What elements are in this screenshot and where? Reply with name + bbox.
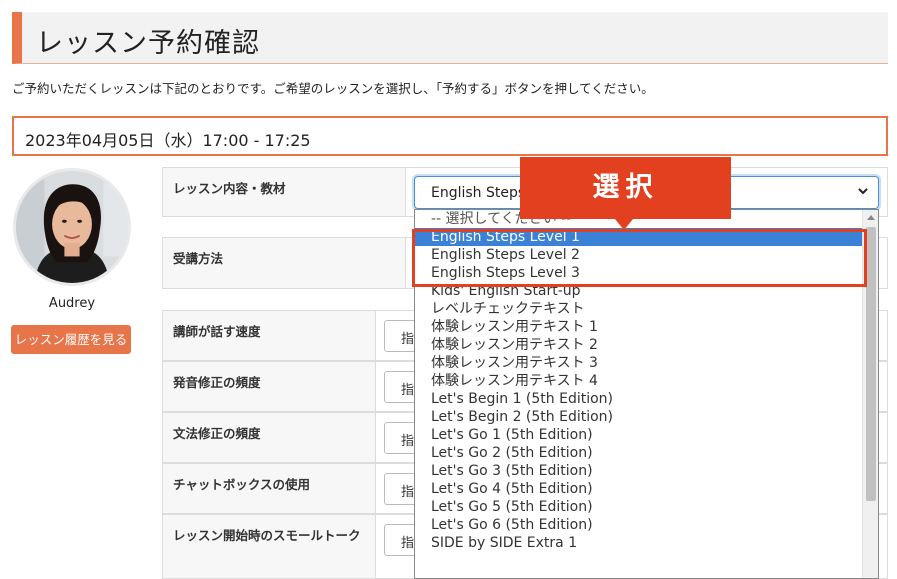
teacher-name: Audrey [48, 296, 96, 311]
dropdown-option[interactable]: Let's Go 5 (5th Edition) [415, 498, 863, 516]
grammar-label: 文法修正の頻度 [173, 426, 261, 441]
dropdown-option[interactable]: Kids' English Start-up [415, 282, 863, 300]
dropdown-option[interactable]: SIDE by SIDE Extra 1 [415, 534, 863, 552]
scroll-up-arrow-icon[interactable] [867, 215, 875, 220]
chevron-down-icon [858, 188, 868, 195]
chatbox-label: チャットボックスの使用 [173, 477, 311, 492]
dropdown-option[interactable]: Let's Go 6 (5th Edition) [415, 516, 863, 534]
speed-label: 講師が話す速度 [173, 324, 261, 339]
dropdown-option-selected[interactable]: English Steps Level 1 [415, 228, 863, 246]
dropdown-option[interactable]: Let's Go 2 (5th Edition) [415, 444, 863, 462]
lesson-method-label: 受講方法 [173, 251, 224, 266]
pronunciation-label: 発音修正の頻度 [173, 375, 261, 390]
page-title-bar: レッスン予約確認 [12, 12, 888, 64]
lesson-datetime: 2023年04月05日（水）17:00 - 17:25 [25, 131, 311, 150]
dropdown-option[interactable]: 体験レッスン用テキスト 1 [415, 318, 863, 336]
callout-pointer-icon [615, 219, 633, 230]
dropdown-option[interactable]: English Steps Level 2 [415, 246, 863, 264]
dropdown-option[interactable]: English Steps Level 3 [415, 264, 863, 282]
page-title: レッスン予約確認 [36, 28, 260, 59]
dropdown-option[interactable]: Let's Go 3 (5th Edition) [415, 462, 863, 480]
dropdown-option[interactable]: Let's Go 4 (5th Edition) [415, 480, 863, 498]
teacher-photo [16, 171, 128, 283]
annotation-callout: 選択 [520, 157, 731, 219]
dropdown-option[interactable]: 体験レッスン用テキスト 3 [415, 354, 863, 372]
lesson-content-dropdown[interactable]: -- 選択してください -- English Steps Level 1 Eng… [414, 209, 879, 579]
dropdown-option[interactable]: Let's Go 1 (5th Edition) [415, 426, 863, 444]
dropdown-scrollbar[interactable] [862, 210, 878, 578]
intro-text: ご予約いただくレッスンは下記のとおりです。ご希望のレッスンを選択し、「予約する」… [12, 81, 654, 96]
dropdown-option[interactable]: レベルチェックテキスト [415, 300, 863, 318]
scrollbar-thumb[interactable] [866, 227, 876, 501]
lesson-history-button[interactable]: レッスン履歴を見る [11, 325, 131, 354]
lesson-content-label: レッスン内容・教材 [173, 181, 286, 196]
dropdown-options: -- 選択してください -- English Steps Level 1 Eng… [415, 210, 863, 552]
teacher-avatar [13, 168, 131, 286]
dropdown-option[interactable]: 体験レッスン用テキスト 4 [415, 372, 863, 390]
smalltalk-label: レッスン開始時のスモールトーク [173, 528, 361, 543]
dropdown-option[interactable]: Let's Begin 1 (5th Edition) [415, 390, 863, 408]
lesson-datetime-box: 2023年04月05日（水）17:00 - 17:25 [12, 116, 888, 156]
dropdown-option[interactable]: 体験レッスン用テキスト 2 [415, 336, 863, 354]
dropdown-option[interactable]: Let's Begin 2 (5th Edition) [415, 408, 863, 426]
